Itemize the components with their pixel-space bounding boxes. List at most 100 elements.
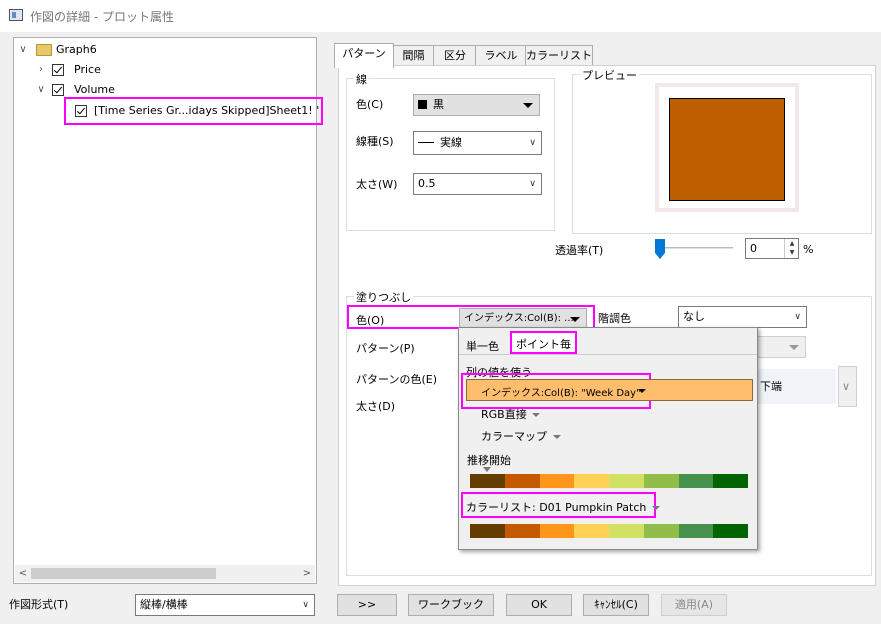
title-bar: 作図の詳細 - プロット属性	[0, 0, 881, 32]
palette-row-bottom[interactable]	[470, 524, 749, 538]
tab-single-color[interactable]: 単一色	[466, 338, 499, 354]
palette-swatch	[713, 474, 749, 488]
checkbox-icon[interactable]	[52, 84, 64, 96]
folder-icon	[36, 44, 52, 56]
apply-button[interactable]: 適用(A)	[661, 594, 727, 616]
transparency-slider-thumb[interactable]	[655, 239, 665, 259]
fill-color-value: インデックス:Col(B): ...	[464, 313, 574, 324]
color-popup-menu[interactable]: 単一色 ポイント毎 列の値を使う インデックス:Col(B): "Week Da…	[458, 327, 758, 550]
colormap-option[interactable]: カラーマップ	[481, 428, 561, 444]
border-color-dropdown[interactable]: 黒	[413, 94, 540, 116]
transparency-slider-track[interactable]	[656, 247, 733, 249]
preview-fill-square	[669, 98, 785, 201]
tab-group[interactable]: 区分	[433, 45, 477, 67]
rgb-direct-label: RGB直接	[481, 408, 527, 421]
palette-swatch	[539, 474, 575, 488]
partial-hidden-field: 下端	[758, 369, 836, 404]
ok-button[interactable]: OK	[506, 594, 572, 616]
transparency-unit: %	[803, 243, 814, 256]
gradient-label: 階調色	[598, 312, 631, 325]
chevron-down-icon: ∨	[529, 179, 536, 189]
palette-swatch	[539, 524, 575, 538]
checkbox-icon[interactable]	[75, 105, 87, 117]
plot-type-label: 作図形式(T)	[9, 598, 69, 611]
tab-label[interactable]: ラベル	[475, 45, 527, 67]
triangle-down-icon	[638, 389, 646, 393]
disabled-side-dropdown[interactable]: ∨	[838, 366, 857, 407]
colorlist-option[interactable]: カラーリスト: D01 Pumpkin Patch	[466, 499, 660, 515]
scroll-left-icon[interactable]: <	[15, 565, 31, 582]
scroll-thumb[interactable]	[31, 568, 216, 579]
scroll-right-icon[interactable]: >	[299, 565, 315, 582]
palette-swatch	[678, 524, 714, 538]
palette-row-top[interactable]	[470, 474, 749, 488]
palette-swatch	[504, 474, 540, 488]
border-style-dropdown[interactable]: 実線 ∨	[413, 131, 542, 155]
chevron-down-icon: ∨	[302, 600, 309, 610]
selected-plot-highlight[interactable]: [Time Series Gr...idays Skipped]Sheet1! …	[64, 97, 323, 125]
triangle-down-icon	[523, 103, 533, 108]
tab-pattern[interactable]: パターン	[334, 43, 394, 68]
cancel-button[interactable]: ｷｬﾝｾﾙ(C)	[583, 594, 649, 616]
tab-colorlist[interactable]: カラーリスト	[525, 45, 593, 67]
expand-icon[interactable]: ›	[36, 61, 46, 79]
rgb-direct-option[interactable]: RGB直接	[481, 406, 541, 422]
colormap-label: カラーマップ	[481, 430, 547, 443]
tab-per-point[interactable]: ポイント毎	[510, 331, 577, 354]
spin-down-icon[interactable]: ▼	[785, 248, 799, 257]
tree-horizontal-scrollbar[interactable]: < >	[15, 565, 315, 582]
palette-swatch	[713, 524, 749, 538]
tab-spacing[interactable]: 間隔	[392, 45, 435, 67]
spin-buttons[interactable]: ▲ ▼	[784, 239, 798, 258]
workbook-button[interactable]: ワークブック	[408, 594, 494, 616]
window-icon	[9, 9, 23, 21]
palette-swatch	[504, 524, 540, 538]
popup-divider	[459, 354, 757, 355]
border-width-combo[interactable]: 0.5 ∨	[413, 173, 542, 195]
pattern-dropdown[interactable]	[750, 336, 806, 358]
border-group-title: 線	[354, 71, 369, 87]
palette-swatch	[470, 474, 505, 488]
border-style-value: 実線	[440, 136, 462, 149]
spin-up-icon[interactable]: ▲	[785, 239, 799, 248]
border-style-label: 線種(S)	[356, 135, 394, 148]
plot-tree[interactable]: ∨ Graph6 › Price ∨ Volume [Time Series G…	[13, 37, 323, 584]
pattern-label: パターン(P)	[356, 342, 415, 355]
gradient-value: なし	[683, 310, 705, 323]
plot-type-dropdown[interactable]: 縦棒/横棒 ∨	[135, 594, 315, 616]
transparency-value: 0	[750, 242, 757, 255]
chevron-down-icon: ∨	[529, 138, 536, 148]
palette-swatch	[609, 474, 644, 488]
fill-group-title: 塗りつぶし	[354, 289, 414, 305]
palette-swatch	[609, 524, 644, 538]
border-width-value: 0.5	[418, 177, 436, 190]
triangle-down-icon	[789, 345, 799, 350]
partial-hidden-text: 下端	[760, 380, 782, 393]
pattern-color-label: パターンの色(E)	[356, 373, 437, 386]
palette-swatch	[678, 474, 714, 488]
transparency-label: 透過率(T)	[555, 244, 604, 257]
palette-swatch	[643, 524, 679, 538]
selected-plot-label: [Time Series Gr...idays Skipped]Sheet1! …	[94, 104, 319, 117]
chevron-down-icon: ∨	[794, 312, 801, 322]
checkbox-icon[interactable]	[52, 64, 64, 76]
border-color-label: 色(C)	[356, 98, 384, 111]
tree-node-label: Graph6	[56, 43, 97, 56]
palette-swatch	[574, 474, 610, 488]
gradient-dropdown[interactable]: なし ∨	[678, 306, 807, 328]
triangle-down-icon	[552, 435, 561, 439]
transparency-spinbox[interactable]: 0 ▲ ▼	[745, 238, 799, 259]
collapse-icon[interactable]: ∨	[18, 41, 28, 59]
palette-swatch	[574, 524, 610, 538]
fill-width-label: 太さ(D)	[356, 400, 396, 413]
palette-swatch	[643, 474, 679, 488]
index-column-option[interactable]: インデックス:Col(B): "Week Day"	[466, 379, 753, 401]
palette-swatch	[470, 524, 505, 538]
expand-button[interactable]: >>	[337, 594, 397, 616]
triangle-down-icon	[651, 506, 660, 510]
window-title: 作図の詳細 - プロット属性	[30, 10, 174, 24]
colorlist-label: カラーリスト: D01 Pumpkin Patch	[466, 501, 647, 514]
index-column-value: インデックス:Col(B): "Week Day"	[481, 388, 641, 399]
collapse-icon[interactable]: ∨	[36, 81, 46, 99]
preview-title: プレビュー	[580, 67, 639, 83]
